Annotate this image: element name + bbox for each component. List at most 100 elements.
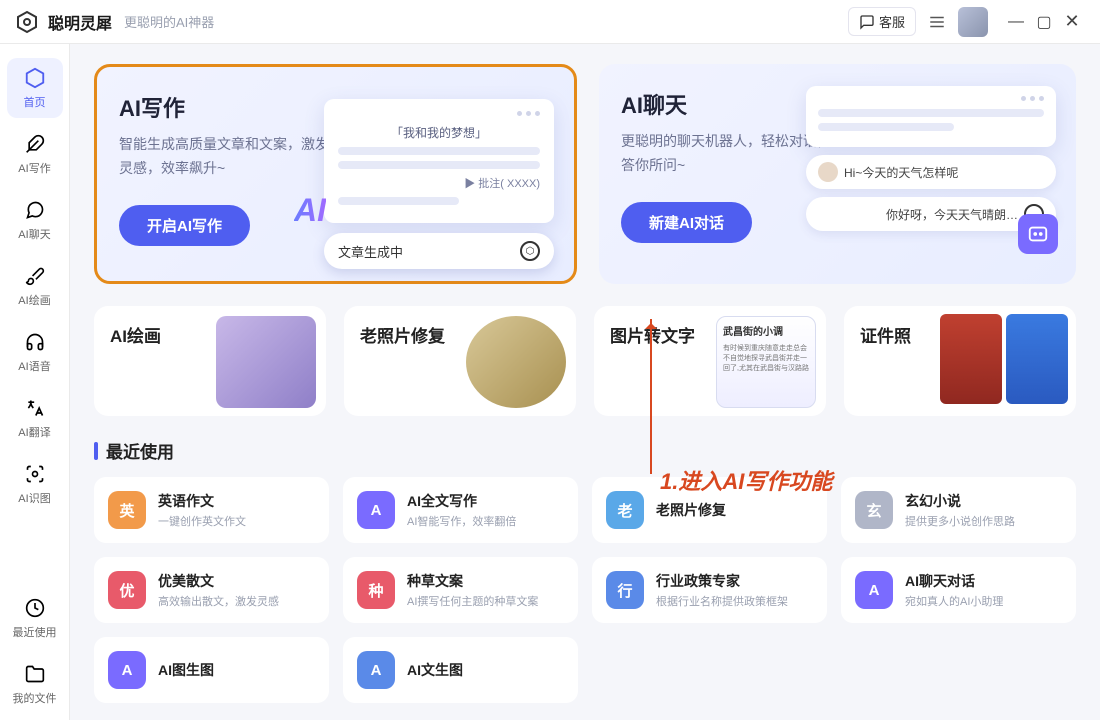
recent-icon: A	[357, 651, 395, 689]
sidebar-item-label: AI翻译	[18, 424, 50, 440]
sidebar-item-label: AI语音	[18, 358, 50, 374]
feature-card-ocr[interactable]: 图片转文字 武昌街的小调 有时候到重庆随意走走总会不自觉地探寻武昌街并走一回了,…	[594, 306, 826, 416]
recent-card[interactable]: A AI聊天对话 宛如真人的AI小助理	[841, 557, 1076, 623]
recent-card[interactable]: A AI图生图	[94, 637, 329, 703]
sidebar-item-translate[interactable]: AI翻译	[7, 388, 63, 448]
hero-card-chat[interactable]: AI聊天 更聪明的聊天机器人，轻松对话，答你所问~ 新建AI对话 Hi~今天的天…	[599, 64, 1076, 284]
support-button[interactable]: 客服	[848, 7, 916, 36]
app-tagline: 更聪明的AI神器	[124, 12, 214, 31]
section-title: 最近使用	[106, 438, 174, 463]
sidebar-item-label: 首页	[24, 94, 46, 110]
feature-image	[466, 316, 566, 408]
chat-icon	[23, 198, 47, 222]
recent-title: 行业政策专家	[656, 571, 788, 591]
recent-icon: A	[357, 491, 395, 529]
feature-image: 武昌街的小调 有时候到重庆随意走走总会不自觉地探寻武昌街并走一回了,尤其在武昌街…	[716, 316, 816, 408]
feature-row: AI绘画 老照片修复 图片转文字 武昌街的小调 有时候到重庆随意走走总会不自觉地…	[94, 306, 1076, 416]
sidebar-item-writing[interactable]: AI写作	[7, 124, 63, 184]
headphone-icon	[23, 330, 47, 354]
ai-badge: AI	[294, 192, 326, 229]
recent-subtitle: AI撰写任何主题的种草文案	[407, 593, 538, 609]
maximize-button[interactable]: ▢	[1030, 12, 1058, 32]
chat-bubble-1: Hi~今天的天气怎样呢	[806, 155, 1056, 189]
feather-icon	[23, 132, 47, 156]
sidebar-item-recent[interactable]: 最近使用	[7, 588, 63, 648]
sidebar-item-files[interactable]: 我的文件	[7, 654, 63, 714]
new-chat-button[interactable]: 新建AI对话	[621, 202, 752, 243]
recent-subtitle: 根据行业名称提供政策框架	[656, 593, 788, 609]
clock-icon	[23, 596, 47, 620]
app-logo-icon	[14, 9, 40, 35]
recent-title: 种草文案	[407, 571, 538, 591]
recent-card[interactable]: 优 优美散文 高效输出散文，激发灵感	[94, 557, 329, 623]
recent-title: AI全文写作	[407, 491, 516, 511]
user-avatar[interactable]	[958, 7, 988, 37]
close-button[interactable]: ✕	[1058, 11, 1086, 32]
recent-icon: 优	[108, 571, 146, 609]
doc-sample-text: 有时候到重庆随意走走总会不自觉地探寻武昌街并走一回了,尤其在武昌街与汉路路	[717, 344, 815, 373]
titlebar: 聪明灵犀 更聪明的AI神器 客服 — ▢ ✕	[0, 0, 1100, 44]
recent-subtitle: 提供更多小说创作思路	[905, 513, 1015, 529]
sidebar-item-label: AI聊天	[18, 226, 50, 242]
sidebar: 首页 AI写作 AI聊天 AI绘画 AI语音 AI翻译 AI识图 最	[0, 44, 70, 720]
sidebar-item-label: AI绘画	[18, 292, 50, 308]
home-icon	[23, 66, 47, 90]
chat-float-icon[interactable]	[1018, 214, 1058, 254]
recent-title: 优美散文	[158, 571, 279, 591]
recent-card[interactable]: 种 种草文案 AI撰写任何主题的种草文案	[343, 557, 578, 623]
sidebar-item-label: 我的文件	[13, 690, 57, 706]
recent-grid: 英 英语作文 一键创作英文作文 A AI全文写作 AI智能写作，效率翻倍 老 老…	[94, 477, 1076, 703]
recent-icon: 英	[108, 491, 146, 529]
folder-icon	[23, 662, 47, 686]
translate-icon	[23, 396, 47, 420]
recent-subtitle: 高效输出散文，激发灵感	[158, 593, 279, 609]
recent-icon: A	[108, 651, 146, 689]
doc-sample-title: 武昌街的小调	[717, 317, 815, 344]
main-content: AI写作 智能生成高质量文章和文案，激发灵感，效率飙升~ 开启AI写作 「我和我…	[70, 44, 1100, 720]
generation-status: 文章生成中 ⬡	[324, 233, 554, 269]
feature-card-paint[interactable]: AI绘画	[94, 306, 326, 416]
sidebar-item-label: AI识图	[18, 490, 50, 506]
recent-card[interactable]: 行 行业政策专家 根据行业名称提供政策框架	[592, 557, 827, 623]
recent-subtitle: AI智能写作，效率翻倍	[407, 513, 516, 529]
recent-icon: 玄	[855, 491, 893, 529]
recent-icon: 种	[357, 571, 395, 609]
recent-icon: A	[855, 571, 893, 609]
recent-subtitle: 一键创作英文作文	[158, 513, 246, 529]
app-name: 聪明灵犀	[48, 10, 112, 34]
recent-subtitle: 宛如真人的AI小助理	[905, 593, 1003, 609]
mock-doc-title: 「我和我的梦想」	[338, 124, 540, 141]
minimize-button[interactable]: —	[1002, 13, 1030, 31]
sidebar-item-voice[interactable]: AI语音	[7, 322, 63, 382]
sidebar-item-chat[interactable]: AI聊天	[7, 190, 63, 250]
recent-icon: 行	[606, 571, 644, 609]
sidebar-item-paint[interactable]: AI绘画	[7, 256, 63, 316]
writing-visual: 「我和我的梦想」 ▶ 批注( XXXX) 文章生成中 ⬡ AI	[324, 99, 554, 269]
feature-card-photo-restore[interactable]: 老照片修复	[344, 306, 576, 416]
recent-header: 最近使用	[94, 438, 1076, 463]
recent-title: AI文生图	[407, 660, 463, 680]
sidebar-item-home[interactable]: 首页	[7, 58, 63, 118]
recent-card[interactable]: 英 英语作文 一键创作英文作文	[94, 477, 329, 543]
recent-title: AI聊天对话	[905, 571, 1003, 591]
hero-desc: 更聪明的聊天机器人，轻松对话，答你所问~	[621, 130, 831, 178]
recent-card[interactable]: A AI文生图	[343, 637, 578, 703]
recent-card[interactable]: 玄 玄幻小说 提供更多小说创作思路	[841, 477, 1076, 543]
scan-icon	[23, 462, 47, 486]
feature-card-id-photo[interactable]: 证件照	[844, 306, 1076, 416]
start-writing-button[interactable]: 开启AI写作	[119, 205, 250, 246]
mock-annotation: ▶ 批注( XXXX)	[338, 175, 540, 191]
bot-avatar-icon	[818, 162, 838, 182]
sidebar-item-label: AI写作	[18, 160, 50, 176]
recent-card[interactable]: A AI全文写作 AI智能写作，效率翻倍	[343, 477, 578, 543]
recent-icon: 老	[606, 491, 644, 529]
menu-icon[interactable]	[926, 11, 948, 33]
recent-card[interactable]: 老 老照片修复	[592, 477, 827, 543]
hero-card-writing[interactable]: AI写作 智能生成高质量文章和文案，激发灵感，效率飙升~ 开启AI写作 「我和我…	[94, 64, 577, 284]
hex-icon: ⬡	[520, 241, 540, 261]
recent-title: 英语作文	[158, 491, 246, 511]
recent-title: 玄幻小说	[905, 491, 1015, 511]
brush-icon	[23, 264, 47, 288]
sidebar-item-label: 最近使用	[13, 624, 57, 640]
sidebar-item-image-rec[interactable]: AI识图	[7, 454, 63, 514]
